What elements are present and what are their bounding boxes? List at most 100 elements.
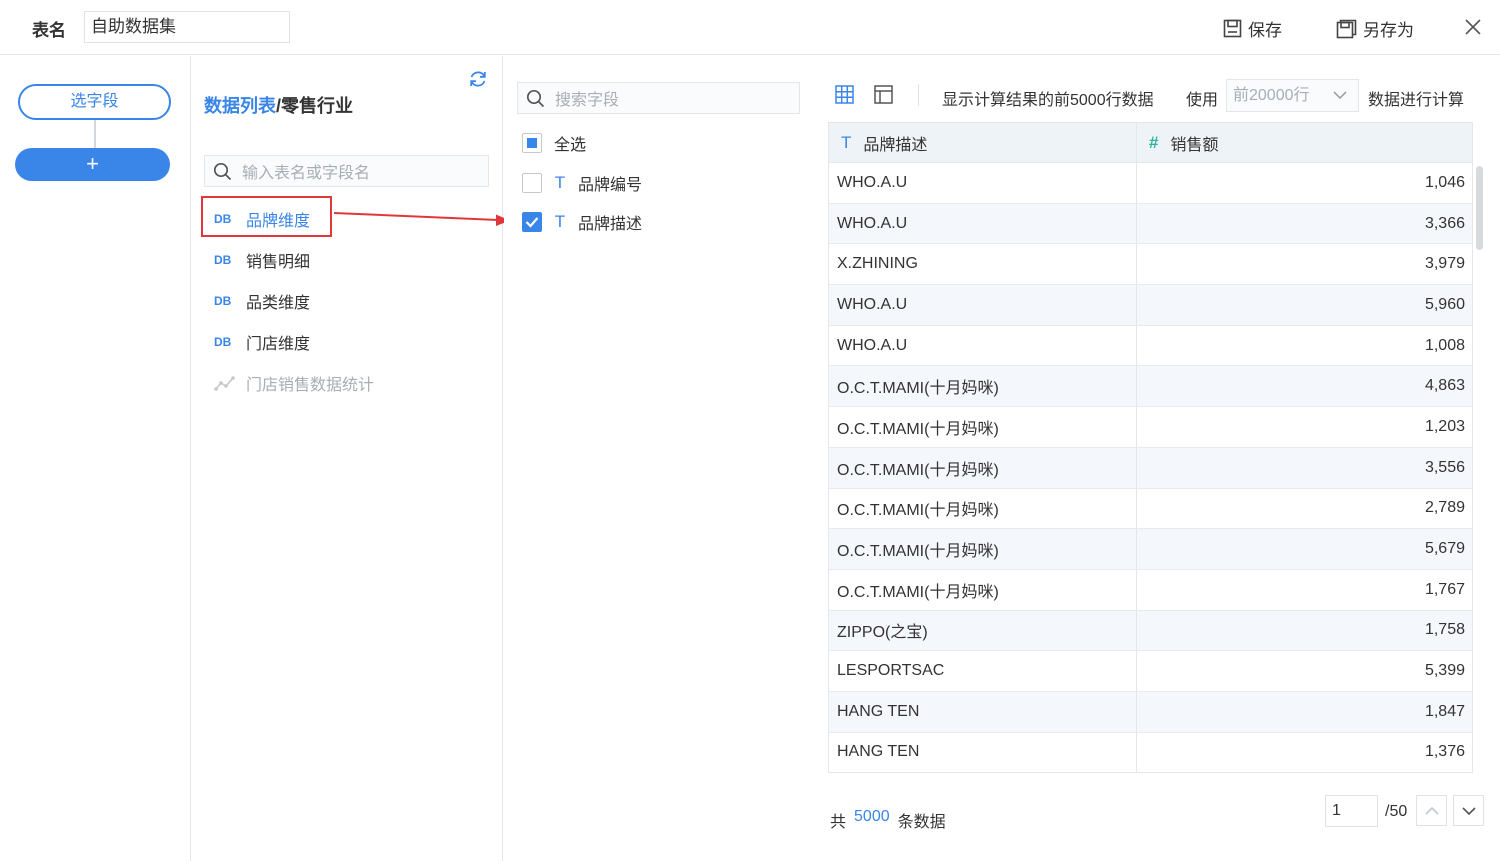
table-row: WHO.A.U 5,960 <box>829 285 1472 326</box>
table-row: HANG TEN 1,376 <box>829 732 1472 772</box>
layout-view-icon[interactable] <box>874 85 893 104</box>
preview-panel: 显示计算结果的前5000行数据 使用 前20000行 数据进行计算 T 品牌描述… <box>815 68 1500 848</box>
table-row: WHO.A.U 3,366 <box>829 203 1472 245</box>
analysis-dataset-icon <box>214 375 235 391</box>
table-item-store-sales-stats[interactable]: 门店销售数据统计 <box>202 362 492 403</box>
cell-sales: 5,679 <box>1424 540 1465 558</box>
table-item-label: 门店维度 <box>246 335 311 353</box>
save-as-button[interactable]: 另存为 <box>1336 16 1414 41</box>
column-header-label: 品牌描述 <box>863 136 928 154</box>
select-fields-step[interactable]: 选字段 <box>18 84 171 120</box>
save-as-label: 另存为 <box>1363 21 1414 40</box>
cell-sales: 1,203 <box>1424 417 1465 435</box>
cell-sales: 1,758 <box>1424 621 1465 639</box>
cell-sales: 1,008 <box>1424 336 1465 354</box>
cell-brand-desc: LESPORTSAC <box>829 651 1137 691</box>
table-row: O.C.T.MAMI(十月妈咪) 3,556 <box>829 447 1472 489</box>
cell-sales: 3,556 <box>1424 458 1465 476</box>
preview-toolbar: 显示计算结果的前5000行数据 使用 前20000行 数据进行计算 <box>815 68 1500 122</box>
field-panel: 搜索字段 全选 T 品牌编号 T 品牌描述 <box>504 56 815 861</box>
table-item-label: 门店销售数据统计 <box>246 376 375 394</box>
cell-brand-desc: WHO.A.U <box>829 203 1137 244</box>
table-search-input[interactable]: 输入表名或字段名 <box>204 155 489 187</box>
preview-info-text: 显示计算结果的前5000行数据 <box>942 92 1154 109</box>
cell-sales: 2,789 <box>1424 499 1465 517</box>
field-search-input[interactable]: 搜索字段 <box>517 82 800 114</box>
data-list-panel: 数据列表/零售行业 输入表名或字段名 DB 品牌维度 DB 销售明细 DB 品类… <box>192 56 503 861</box>
cell-brand-desc: O.C.T.MAMI(十月妈咪) <box>829 407 1137 447</box>
field-item-label: 品牌编号 <box>578 177 643 194</box>
column-header-brand-desc[interactable]: T 品牌描述 <box>829 123 1137 162</box>
table-row: WHO.A.U 1,046 <box>829 163 1472 204</box>
row-count: 共 5000 条数据 <box>830 808 946 832</box>
table-row: HANG TEN 1,847 <box>829 691 1472 733</box>
cell-sales: 1,847 <box>1424 702 1465 720</box>
column-header-label: 销售额 <box>1170 136 1219 154</box>
cell-sales: 3,366 <box>1424 214 1465 232</box>
number-type-icon: # <box>1149 132 1159 152</box>
cell-brand-desc: O.C.T.MAMI(十月妈咪) <box>829 366 1137 407</box>
close-icon[interactable] <box>1464 18 1482 36</box>
cell-brand-desc: WHO.A.U <box>829 285 1137 325</box>
database-icon: DB <box>214 293 232 308</box>
table-item-sales-detail[interactable]: DB 销售明细 <box>202 239 492 280</box>
text-type-icon: T <box>554 173 566 192</box>
cell-brand-desc: O.C.T.MAMI(十月妈咪) <box>829 529 1137 569</box>
cell-sales: 1,767 <box>1424 580 1465 598</box>
refresh-icon[interactable] <box>468 69 488 89</box>
toolbar-divider <box>918 84 919 106</box>
save-button[interactable]: 保存 <box>1223 16 1282 41</box>
next-page-button[interactable] <box>1453 795 1484 826</box>
cell-brand-desc: O.C.T.MAMI(十月妈咪) <box>829 447 1137 488</box>
cell-brand-desc: WHO.A.U <box>829 163 1137 203</box>
calc-rows-select[interactable]: 前20000行 <box>1226 79 1359 112</box>
search-icon <box>213 162 232 180</box>
cell-brand-desc: HANG TEN <box>829 732 1137 772</box>
cell-sales: 5,960 <box>1424 295 1465 313</box>
add-step-button[interactable]: + <box>15 148 170 181</box>
table-row: O.C.T.MAMI(十月妈咪) 1,203 <box>829 407 1472 448</box>
cell-brand-desc: HANG TEN <box>829 691 1137 732</box>
table-item-category-dimension[interactable]: DB 品类维度 <box>202 280 492 321</box>
cell-brand-desc: X.ZHINING <box>829 244 1137 285</box>
top-bar: 表名 自助数据集 保存 另存为 <box>0 0 1500 55</box>
database-icon: DB <box>214 334 232 349</box>
table-row: O.C.T.MAMI(十月妈咪) 5,679 <box>829 529 1472 570</box>
checked-checkbox-icon[interactable] <box>522 212 542 232</box>
prev-page-button[interactable] <box>1416 795 1447 826</box>
field-item-brand-desc[interactable]: T 品牌描述 <box>522 210 642 234</box>
table-name-input[interactable]: 自助数据集 <box>84 11 290 43</box>
checkbox-icon[interactable] <box>522 173 542 193</box>
page-number-input[interactable]: 1 <box>1325 795 1378 827</box>
count-suffix: 条数据 <box>897 814 946 831</box>
preview-footer: 共 5000 条数据 1 /50 <box>815 795 1500 844</box>
text-type-icon: T <box>841 132 852 152</box>
table-item-store-dimension[interactable]: DB 门店维度 <box>202 321 492 362</box>
cell-sales: 3,979 <box>1424 255 1465 273</box>
cell-sales: 4,863 <box>1424 377 1465 395</box>
breadcrumb-current: 零售行业 <box>281 96 354 116</box>
select-all-checkbox[interactable]: 全选 <box>522 131 586 155</box>
page-total: /50 <box>1385 803 1408 820</box>
count-value: 5000 <box>854 808 890 825</box>
column-header-sales[interactable]: # 销售额 <box>1137 123 1472 162</box>
chevron-up-icon <box>1424 806 1439 815</box>
count-prefix: 共 <box>830 814 847 831</box>
chevron-down-icon <box>1461 806 1476 815</box>
save-icon <box>1223 19 1242 38</box>
table-row: O.C.T.MAMI(十月妈咪) 2,789 <box>829 488 1472 530</box>
partial-checkbox-icon[interactable] <box>522 133 542 153</box>
cell-sales: 5,399 <box>1424 662 1465 680</box>
table-row: WHO.A.U 1,008 <box>829 325 1472 367</box>
breadcrumb-root[interactable]: 数据列表 <box>204 96 276 116</box>
table-name-label: 表名 <box>32 21 66 40</box>
save-as-icon <box>1336 19 1357 38</box>
table-view-icon[interactable] <box>835 85 854 104</box>
table-item-label: 销售明细 <box>246 253 311 271</box>
table-search-placeholder: 输入表名或字段名 <box>242 165 371 182</box>
field-search-placeholder: 搜索字段 <box>555 92 620 109</box>
cell-brand-desc: ZIPPO(之宝) <box>829 610 1137 651</box>
table-scrollbar[interactable] <box>1476 166 1483 250</box>
field-item-brand-id[interactable]: T 品牌编号 <box>522 171 642 195</box>
database-icon: DB <box>214 252 232 267</box>
